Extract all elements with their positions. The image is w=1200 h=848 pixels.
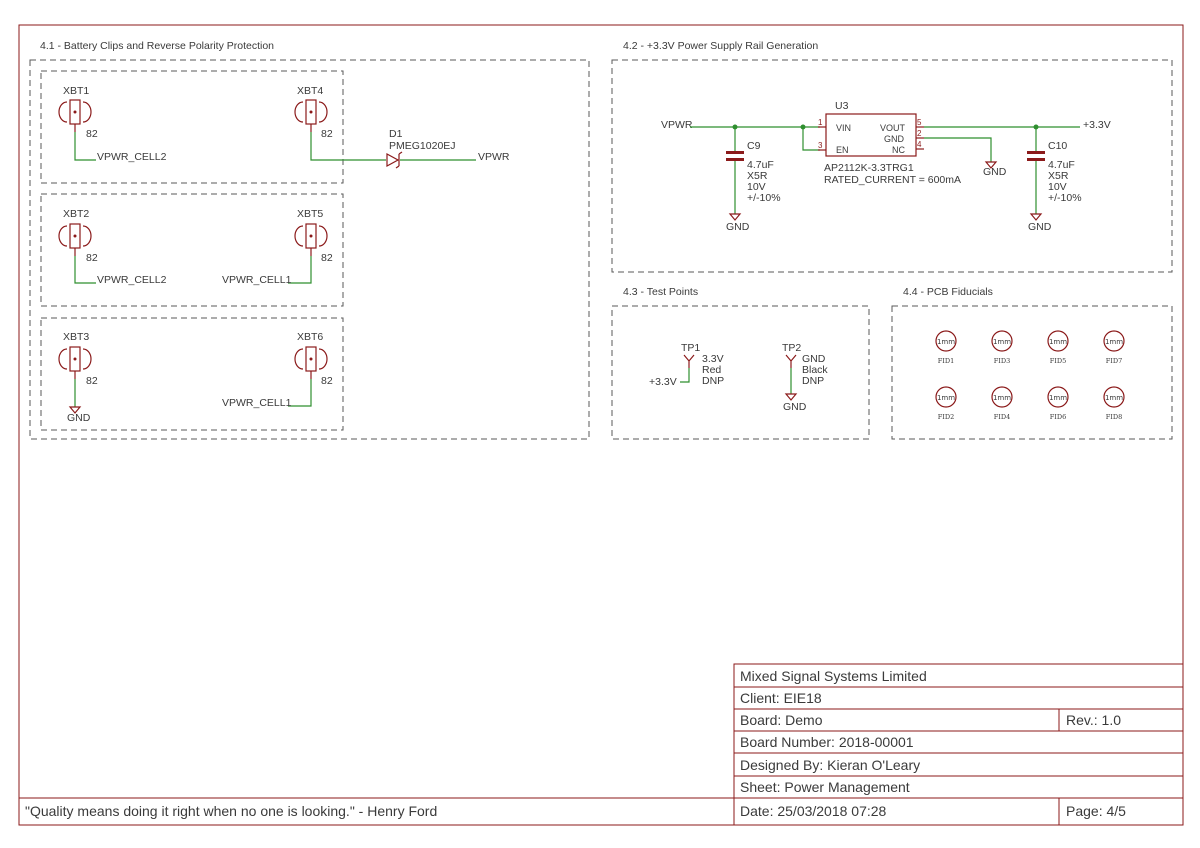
tb-client: Client: EIE18 <box>740 690 822 706</box>
tb-rev: Rev.: 1.0 <box>1066 712 1121 728</box>
c9-gnd-label: GND <box>726 221 750 233</box>
gnd-symbol-c10 <box>1029 213 1043 221</box>
wire-tp1 <box>680 368 690 383</box>
clip-value-xbt4: 82 <box>321 128 333 140</box>
u3-pin-nc: NC <box>892 145 905 155</box>
fid5-ref: FID5 <box>1050 357 1066 365</box>
tb-board-number: Board Number: 2018-00001 <box>740 734 914 750</box>
clip-ref-xbt6: XBT6 <box>297 331 323 343</box>
tp2-ref: TP2 <box>782 342 801 354</box>
tp1-ref: TP1 <box>681 342 700 354</box>
u3-pinnum-3: 3 <box>818 141 823 150</box>
net-label-xbt3: GND <box>67 412 91 424</box>
gnd-symbol-tp2 <box>784 393 798 401</box>
fid5-size: 1mm <box>1049 338 1067 346</box>
clip-ref-xbt5: XBT5 <box>297 208 323 220</box>
tp1-net: +3.3V <box>649 376 677 388</box>
net-label-xbt1: VPWR_CELL2 <box>97 151 167 163</box>
tp1-symbol <box>683 354 695 368</box>
fid7-ref: FID7 <box>1106 357 1122 365</box>
clip-value-xbt5: 82 <box>321 252 333 264</box>
schematic-sheet: 4.1 - Battery Clips and Reverse Polarity… <box>18 24 1184 826</box>
u3-pin-vout: VOUT <box>880 123 906 133</box>
u3-pinnum-5: 5 <box>917 118 922 127</box>
clip-ref-xbt1: XBT1 <box>63 85 89 97</box>
c9-ref: C9 <box>747 140 761 152</box>
net-label-xbt6: VPWR_CELL1 <box>222 397 292 409</box>
title-block <box>19 663 1184 826</box>
fid1-ref: FID1 <box>938 357 954 365</box>
tb-date: Date: 25/03/2018 07:28 <box>740 803 887 819</box>
c10-tolerance: +/-10% <box>1048 192 1082 204</box>
clip-ref-xbt2: XBT2 <box>63 208 89 220</box>
wire-u3-gnd <box>924 137 992 162</box>
clip-value-xbt2: 82 <box>86 252 98 264</box>
net-label-vpwr-in: VPWR <box>661 119 693 131</box>
u3-pin-en: EN <box>836 145 849 155</box>
fid6-size: 1mm <box>1049 394 1067 402</box>
u3-pinnum-4: 4 <box>917 140 922 149</box>
clip-ref-xbt4: XBT4 <box>297 85 323 97</box>
tp2-net: GND <box>783 401 807 413</box>
u3-pinnum-2: 2 <box>917 129 922 138</box>
fid1-size: 1mm <box>937 338 955 346</box>
u3-ref: U3 <box>835 100 849 112</box>
u3-rating: RATED_CURRENT = 600mA <box>824 174 961 186</box>
net-label-3v3-out: +3.3V <box>1083 119 1111 131</box>
diode-d1 <box>386 151 403 169</box>
fiducials-section-box <box>891 305 1173 440</box>
net-label-xbt2: VPWR_CELL2 <box>97 274 167 286</box>
u3-part: AP2112K-3.3TRG1 <box>824 162 914 174</box>
c9-tolerance: +/-10% <box>747 192 781 204</box>
net-label-vpwr-d1: VPWR <box>478 151 510 163</box>
tp2-fit: DNP <box>802 375 824 387</box>
section-title-battery: 4.1 - Battery Clips and Reverse Polarity… <box>40 40 274 52</box>
clip-value-xbt1: 82 <box>86 128 98 140</box>
fid4-size: 1mm <box>993 394 1011 402</box>
fid3-ref: FID3 <box>994 357 1010 365</box>
fid8-ref: FID8 <box>1106 413 1122 421</box>
test-section-box <box>611 305 870 440</box>
fid2-ref: FID2 <box>938 413 954 421</box>
capacitor-c9 <box>726 151 744 161</box>
u3-pin-vin: VIN <box>836 123 851 133</box>
c10-gnd-label: GND <box>1028 221 1052 233</box>
c10-ref: C10 <box>1048 140 1067 152</box>
fid3-size: 1mm <box>993 338 1011 346</box>
tp2-symbol <box>785 354 797 368</box>
battery-section-box <box>29 59 590 440</box>
section-title-test: 4.3 - Test Points <box>623 286 698 298</box>
section-title-power: 4.2 - +3.3V Power Supply Rail Generation <box>623 40 818 52</box>
fid4-ref: FID4 <box>994 413 1010 421</box>
clip-value-xbt6: 82 <box>321 375 333 387</box>
gnd-symbol-c9 <box>728 213 742 221</box>
u3-gnd-label: GND <box>983 166 1007 178</box>
tb-page: Page: 4/5 <box>1066 803 1126 819</box>
fid2-size: 1mm <box>937 394 955 402</box>
tb-company: Mixed Signal Systems Limited <box>740 668 927 684</box>
fid8-size: 1mm <box>1105 394 1123 402</box>
fid7-size: 1mm <box>1105 338 1123 346</box>
diode-ref: D1 <box>389 128 403 140</box>
clip-value-xbt3: 82 <box>86 375 98 387</box>
sheet-border <box>18 24 1184 826</box>
tb-designed-by: Designed By: Kieran O'Leary <box>740 757 920 773</box>
u3-pin-gnd: GND <box>884 134 905 144</box>
tb-sheet: Sheet: Power Management <box>740 779 910 795</box>
net-label-xbt5: VPWR_CELL1 <box>222 274 292 286</box>
diode-part: PMEG1020EJ <box>389 140 456 152</box>
fid6-ref: FID6 <box>1050 413 1066 421</box>
clip-ref-xbt3: XBT3 <box>63 331 89 343</box>
tb-quote: "Quality means doing it right when no on… <box>25 803 437 819</box>
capacitor-c10 <box>1027 151 1045 161</box>
u3-pinnum-1: 1 <box>818 118 823 127</box>
section-title-fiducials: 4.4 - PCB Fiducials <box>903 286 993 298</box>
tb-board: Board: Demo <box>740 712 823 728</box>
tp1-fit: DNP <box>702 375 724 387</box>
